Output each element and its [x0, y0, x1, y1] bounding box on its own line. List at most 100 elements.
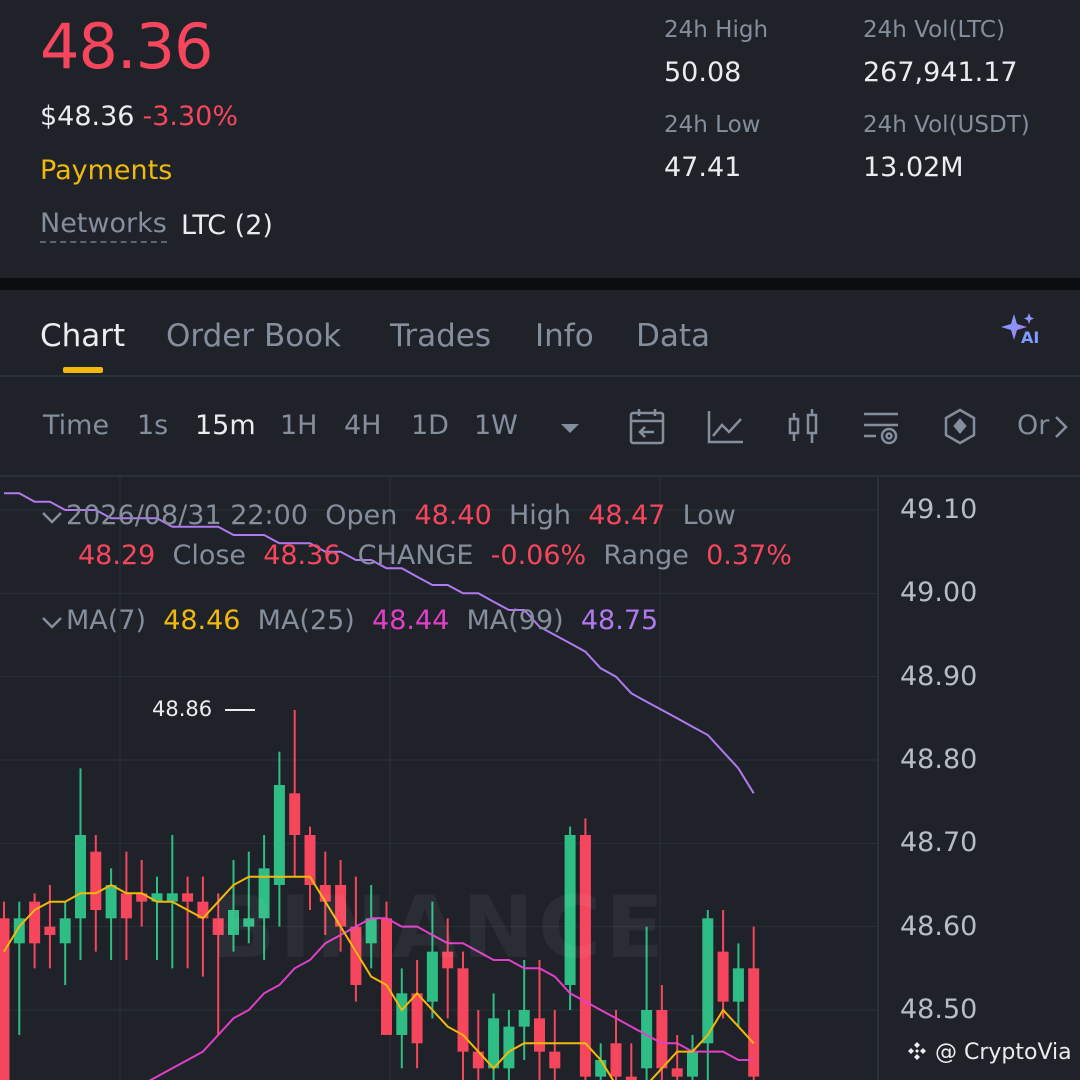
timeframe-1d[interactable]: 1D — [411, 410, 449, 441]
candle-body — [411, 993, 423, 1044]
close-label: Close — [172, 540, 247, 571]
ma25-label: MA(25) — [257, 605, 355, 636]
change-label: CHANGE — [357, 540, 474, 571]
candle-down — [182, 876, 194, 969]
candle-body — [59, 918, 71, 944]
ai-sparkle-icon[interactable]: AI — [998, 310, 1044, 350]
candle-down — [748, 926, 760, 1080]
candle-body — [396, 993, 408, 1035]
ma-info-row: MA(7) 48.46 MA(25) 48.44 MA(99) 48.75 — [38, 605, 658, 636]
candle-down — [120, 851, 132, 960]
binance-logo-icon — [908, 1042, 926, 1060]
candle-body — [671, 1068, 683, 1077]
candle-body — [166, 893, 178, 902]
price-axis-label: 48.70 — [900, 827, 978, 858]
networks-label[interactable]: Networks — [40, 208, 167, 243]
change-percent: -3.30% — [142, 101, 238, 132]
candle-body — [120, 893, 132, 919]
tab-trades[interactable]: Trades — [390, 318, 491, 354]
tab-data[interactable]: Data — [636, 318, 710, 354]
open-label: Open — [325, 500, 398, 531]
candle-body — [641, 1009, 653, 1069]
timeframe-1s[interactable]: 1s — [137, 410, 168, 441]
price-axis-label: 49.00 — [900, 577, 978, 608]
timeframe-dropdown-icon[interactable] — [550, 405, 594, 449]
candle-body — [625, 1076, 637, 1080]
time-label: Time — [43, 410, 110, 441]
range-value: 0.37% — [706, 540, 792, 571]
usd-price: $48.36 — [40, 101, 135, 132]
candle-body — [549, 1051, 561, 1069]
timeframe-15m[interactable]: 15m — [195, 410, 256, 441]
stat-vol-base-value: 267,941.17 — [863, 57, 1018, 88]
stat-high-value: 50.08 — [664, 57, 742, 88]
price-axis-label: 48.60 — [900, 911, 978, 942]
usd-price-row: $48.36 -3.30% — [40, 101, 238, 132]
ma25-value: 48.44 — [372, 605, 450, 636]
low-value: 48.29 — [78, 540, 156, 571]
category-tag[interactable]: Payments — [40, 155, 172, 186]
candle-body — [732, 968, 744, 1002]
candle-up — [687, 1034, 698, 1080]
candle-body — [702, 918, 714, 1044]
candle-down — [44, 884, 56, 969]
range-label: Range — [603, 540, 689, 571]
candle-body — [105, 884, 117, 919]
timeframe-1h[interactable]: 1H — [280, 410, 317, 441]
close-value: 48.36 — [263, 540, 341, 571]
candle-body — [44, 926, 56, 935]
tab-order-book[interactable]: Order Book — [166, 318, 341, 354]
price-axis-label: 48.80 — [900, 744, 978, 775]
candle-body — [595, 1059, 607, 1077]
tab-chart[interactable]: Chart — [40, 318, 125, 354]
more-options[interactable]: Or — [1017, 410, 1049, 441]
stat-vol-quote-label: 24h Vol(USDT) — [863, 112, 1030, 138]
candle-body — [534, 1018, 545, 1052]
tab-divider — [0, 375, 1080, 377]
candle-up — [396, 968, 408, 1069]
candle-body — [687, 1051, 698, 1077]
max-price-value: 48.86 — [152, 697, 213, 721]
tab-info[interactable]: Info — [535, 318, 594, 354]
candle-up — [503, 1009, 515, 1080]
candlestick-icon[interactable] — [782, 405, 826, 449]
stat-low-label: 24h Low — [664, 112, 761, 138]
ma99-line — [4, 492, 755, 794]
candle-body — [75, 834, 86, 919]
chevron-right-icon[interactable] — [1046, 407, 1076, 451]
active-tab-indicator — [63, 367, 103, 373]
line-chart-icon[interactable] — [704, 405, 748, 449]
max-price-marker: 48.86 — [152, 697, 255, 721]
candle-down — [0, 901, 10, 1080]
candle-datetime: 2026/08/31 22:00 — [66, 500, 309, 531]
high-value: 48.47 — [588, 500, 666, 531]
indicator-settings-icon[interactable] — [860, 405, 904, 449]
section-divider — [0, 278, 1080, 290]
hexagon-tool-icon[interactable] — [938, 405, 982, 449]
stat-low-value: 47.41 — [664, 152, 742, 183]
candle-body — [717, 951, 729, 1002]
candle-down — [29, 893, 41, 969]
candle-up — [75, 768, 86, 960]
timeframe-4h[interactable]: 4H — [344, 410, 381, 441]
candle-down — [549, 1009, 561, 1080]
ma7-label: MA(7) — [66, 605, 147, 636]
candle-info-row-2: 48.29 Close 48.36 CHANGE -0.06% Range 0.… — [78, 540, 792, 571]
low-label: Low — [682, 500, 736, 531]
candle-up — [151, 876, 163, 960]
candle-body — [518, 1009, 530, 1027]
collapse-chevron-icon[interactable] — [38, 507, 66, 527]
timeframe-1w[interactable]: 1W — [474, 410, 518, 441]
credit-label: @ CryptoVia — [906, 1040, 1072, 1065]
stat-vol-base-label: 24h Vol(LTC) — [863, 17, 1005, 43]
calendar-jump-icon[interactable] — [626, 405, 670, 449]
ma7-value: 48.46 — [163, 605, 241, 636]
ai-label: AI — [1021, 328, 1040, 347]
candle-body — [488, 1018, 500, 1069]
ma99-label: MA(99) — [466, 605, 564, 636]
candle-up — [59, 901, 71, 985]
ma-collapse-chevron-icon[interactable] — [38, 612, 66, 632]
candle-body — [273, 784, 285, 885]
candle-body — [472, 1051, 484, 1069]
high-label: High — [508, 500, 572, 531]
